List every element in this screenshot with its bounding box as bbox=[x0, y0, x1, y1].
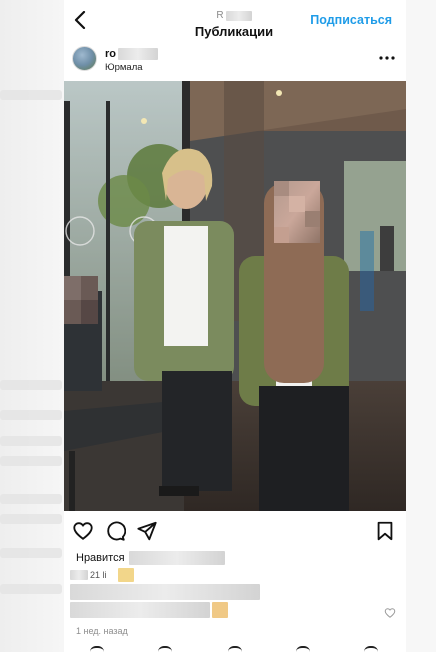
post-location[interactable]: Юрмала bbox=[105, 62, 143, 73]
save-button[interactable] bbox=[374, 520, 396, 542]
more-horizontal-icon bbox=[379, 56, 395, 60]
post-author-row: ro Юрмала bbox=[64, 42, 406, 78]
background-left-panel bbox=[0, 0, 64, 652]
back-button[interactable] bbox=[70, 8, 90, 32]
post-photo-illustration bbox=[64, 81, 406, 511]
redacted-text bbox=[70, 602, 210, 618]
background-ghost-line bbox=[0, 494, 62, 504]
bookmark-icon bbox=[377, 521, 393, 541]
bottom-navigation bbox=[64, 640, 406, 652]
home-tab-icon[interactable] bbox=[90, 646, 104, 652]
more-options-button[interactable] bbox=[378, 50, 396, 66]
share-button[interactable] bbox=[136, 520, 158, 542]
comment-button[interactable] bbox=[104, 520, 127, 542]
post-timestamp: 1 нед. назад bbox=[76, 626, 128, 636]
comment-like-button[interactable] bbox=[384, 606, 396, 618]
header-username: R bbox=[216, 10, 252, 22]
background-right-panel bbox=[406, 0, 436, 652]
likes-row: Нравится bbox=[76, 551, 225, 565]
caption-block: 21 li bbox=[70, 568, 400, 624]
profile-tab-icon[interactable] bbox=[364, 646, 378, 652]
shop-tab-icon[interactable] bbox=[296, 646, 310, 652]
top-bar: R Публикации Подписаться bbox=[64, 0, 406, 40]
heart-icon bbox=[384, 608, 396, 618]
background-ghost-line bbox=[0, 584, 62, 594]
likes-label: Нравится bbox=[76, 552, 125, 564]
redacted-username bbox=[225, 10, 252, 21]
subscribe-button[interactable]: Подписаться bbox=[310, 13, 392, 27]
caption-visible-fragment: 21 li bbox=[90, 570, 107, 580]
reels-tab-icon[interactable] bbox=[228, 646, 242, 652]
redacted-text bbox=[70, 570, 88, 580]
redacted-username bbox=[118, 48, 158, 60]
chevron-left-icon bbox=[74, 11, 86, 29]
instagram-post-screen: R Публикации Подписаться ro Юрмала Нрави… bbox=[64, 0, 406, 652]
background-ghost-line bbox=[0, 436, 62, 446]
redacted-emoji bbox=[118, 568, 134, 582]
redacted-text bbox=[70, 584, 260, 600]
comment-icon bbox=[107, 521, 127, 541]
post-actions bbox=[64, 518, 406, 544]
redacted-likers bbox=[128, 551, 225, 565]
avatar[interactable] bbox=[72, 46, 97, 71]
background-ghost-line bbox=[0, 548, 62, 558]
background-ghost-line bbox=[0, 410, 62, 420]
post-photo[interactable] bbox=[64, 81, 406, 511]
page-title: Публикации bbox=[194, 24, 274, 39]
redacted-emoji bbox=[212, 602, 228, 618]
background-ghost-line bbox=[0, 380, 62, 390]
heart-icon bbox=[73, 522, 93, 540]
background-ghost-line bbox=[0, 456, 62, 466]
like-button[interactable] bbox=[72, 520, 94, 542]
author-username[interactable]: ro bbox=[105, 48, 158, 60]
header-title-block: R Публикации bbox=[154, 5, 314, 39]
send-icon bbox=[137, 521, 157, 541]
search-tab-icon[interactable] bbox=[158, 646, 172, 652]
background-ghost-line bbox=[0, 514, 62, 524]
background-ghost-line bbox=[0, 90, 62, 100]
